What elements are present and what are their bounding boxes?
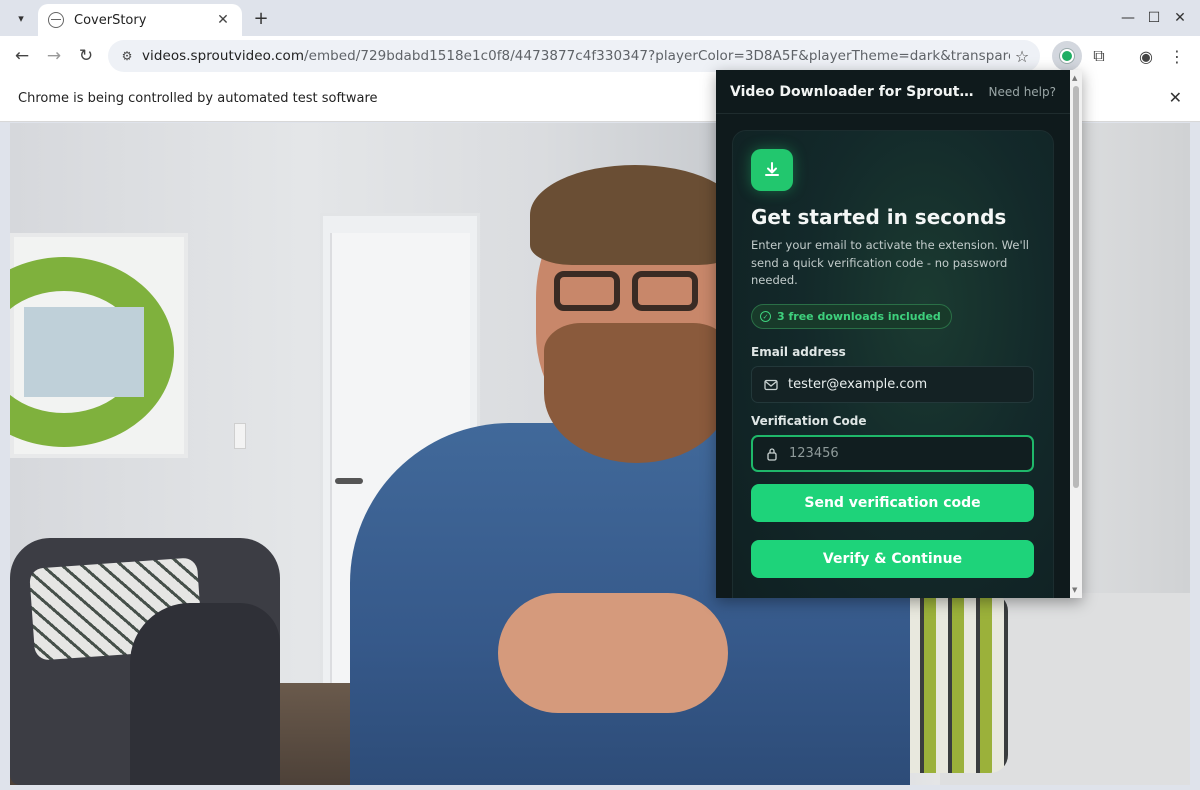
close-window-icon[interactable]: ✕ (1170, 8, 1190, 28)
check-circle-icon: ✓ (760, 311, 771, 322)
lock-icon (765, 447, 779, 461)
scroll-up-icon[interactable]: ▲ (1072, 74, 1077, 82)
free-downloads-badge: ✓ 3 free downloads included (751, 304, 952, 329)
scroll-thumb[interactable] (1073, 86, 1079, 488)
email-field[interactable] (751, 366, 1034, 403)
wall-art (10, 233, 188, 458)
person-glasses (554, 271, 702, 315)
card-subtitle: Enter your email to activate the extensi… (751, 238, 1029, 287)
arrow-right-icon[interactable]: → (42, 44, 66, 68)
infobar-text: Chrome is being controlled by automated … (18, 91, 378, 106)
person-hands (498, 593, 728, 713)
arrow-left-icon[interactable]: ← (10, 44, 34, 68)
url-path: /embed/729bdabd1518e1c0f8/4473877c4f3303… (304, 48, 1010, 64)
art-square (24, 307, 144, 397)
extension-dot (1060, 49, 1074, 63)
popup-header: Video Downloader for SproutVid... Need h… (716, 70, 1070, 114)
tab-title: CoverStory (74, 12, 147, 28)
globe-icon (48, 12, 64, 28)
email-input[interactable] (788, 377, 1018, 392)
extension-active-icon[interactable] (1052, 41, 1082, 71)
badge-text: 3 free downloads included (777, 310, 941, 323)
puzzle-icon[interactable]: ⧉ (1087, 44, 1111, 68)
close-icon[interactable]: ✕ (1169, 88, 1182, 107)
signup-card: Get started in seconds Enter your email … (732, 130, 1054, 598)
code-label: Verification Code (751, 414, 867, 428)
profile-icon[interactable]: ◉ (1134, 44, 1158, 68)
door-handle (335, 478, 363, 484)
email-label: Email address (751, 345, 846, 359)
plus-icon[interactable]: + (250, 7, 272, 29)
tab-strip: ▾ CoverStory ✕ + — ☐ ✕ (0, 0, 1200, 36)
verification-code-input[interactable] (789, 446, 1019, 461)
lens-right (632, 271, 698, 311)
person-hair (530, 165, 740, 265)
person-beard (544, 323, 730, 463)
address-bar[interactable]: ⚙ videos.sproutvideo.com/embed/729bdabd1… (108, 40, 1040, 72)
armchair-arm (130, 603, 280, 785)
tab-coverstory[interactable]: CoverStory ✕ (38, 4, 242, 36)
minimize-icon[interactable]: — (1118, 8, 1138, 28)
extension-popup: Video Downloader for SproutVid... Need h… (716, 70, 1082, 598)
verification-code-field[interactable] (751, 435, 1034, 472)
download-icon (751, 149, 793, 191)
verify-continue-button[interactable]: Verify & Continue (751, 540, 1034, 578)
popup-scrollbar[interactable]: ▲ ▼ (1070, 70, 1082, 598)
scroll-down-icon[interactable]: ▼ (1072, 586, 1077, 594)
tune-icon[interactable]: ⚙ (118, 47, 136, 65)
need-help-link[interactable]: Need help? (989, 85, 1056, 99)
light-switch (234, 423, 246, 449)
mail-icon (764, 378, 778, 392)
star-icon[interactable]: ☆ (1010, 47, 1034, 66)
url-text[interactable]: videos.sproutvideo.com/embed/729bdabd151… (142, 48, 1010, 64)
reload-icon[interactable]: ↻ (74, 44, 98, 68)
kebab-menu-icon[interactable]: ⋮ (1165, 44, 1189, 68)
maximize-icon[interactable]: ☐ (1144, 8, 1164, 28)
card-heading: Get started in seconds (751, 205, 1007, 229)
close-icon[interactable]: ✕ (214, 12, 232, 28)
popup-title: Video Downloader for SproutVid... (730, 83, 981, 100)
lens-left (554, 271, 620, 311)
url-host: videos.sproutvideo.com (142, 48, 305, 64)
send-verification-code-button[interactable]: Send verification code (751, 484, 1034, 522)
chevron-down-icon[interactable]: ▾ (10, 7, 32, 29)
